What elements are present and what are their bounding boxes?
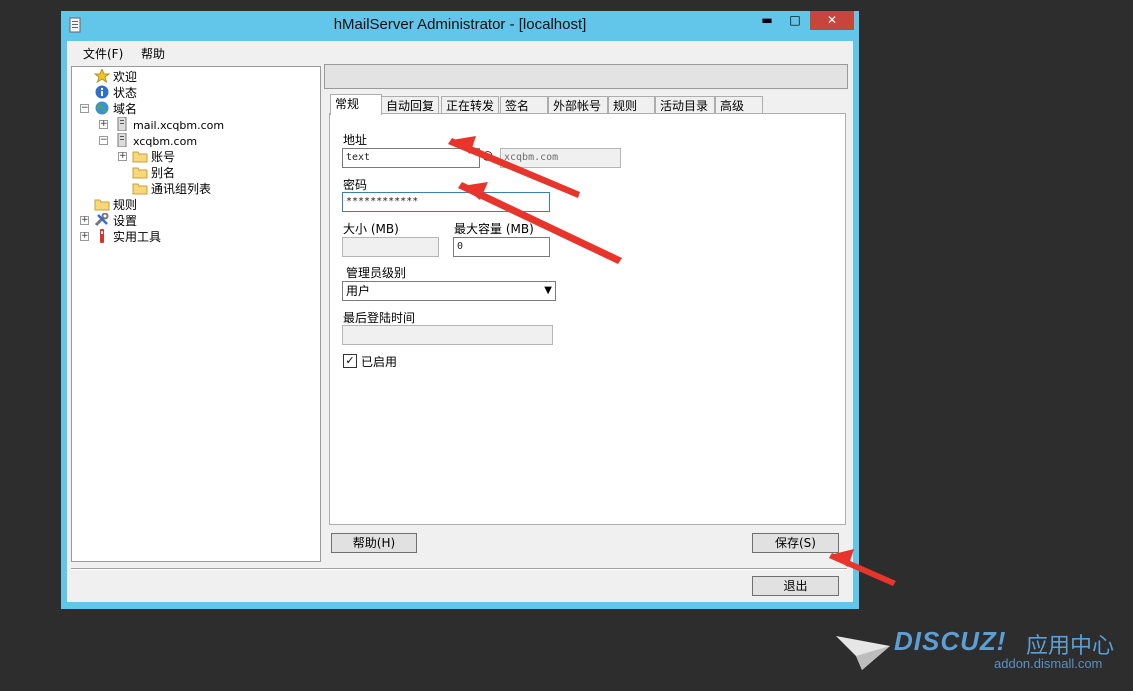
brand-url: addon.dismall.com xyxy=(994,656,1103,671)
main-window: hMailServer Administrator - [localhost] … xyxy=(61,11,859,609)
size-field xyxy=(342,237,439,257)
title-bar[interactable]: hMailServer Administrator - [localhost] … xyxy=(61,11,859,41)
tab-signature[interactable]: 签名 xyxy=(500,96,548,114)
folder-icon xyxy=(132,167,148,179)
enabled-checkbox[interactable]: ✓ xyxy=(343,354,357,368)
tab-general[interactable]: 常规 xyxy=(330,94,382,115)
admin-level-select[interactable]: 用户 ▼ xyxy=(342,281,556,301)
minimize-button[interactable]: ▬ xyxy=(754,11,780,30)
expand-toggle[interactable]: + xyxy=(118,152,127,161)
tree-item-welcome[interactable]: 欢迎 xyxy=(94,69,137,85)
tree-item-status[interactable]: 状态 xyxy=(94,85,137,101)
expand-toggle[interactable]: + xyxy=(99,120,108,129)
close-button[interactable]: ✕ xyxy=(810,11,854,30)
tab-forwarding[interactable]: 正在转发 xyxy=(441,96,499,114)
tab-active-directory[interactable]: 活动目录 xyxy=(655,96,715,114)
size-label: 大小 (MB) xyxy=(343,222,399,236)
tree-item-settings[interactable]: 设置 xyxy=(94,213,137,229)
tree-item-domain-mail[interactable]: mail.xcqbm.com xyxy=(114,117,224,133)
tree-item-domains[interactable]: 域名 xyxy=(94,101,137,117)
tools-icon xyxy=(94,213,109,227)
tab-rules[interactable]: 规则 xyxy=(608,96,655,114)
tab-external-accounts[interactable]: 外部帐号 xyxy=(548,96,608,114)
paper-plane-icon xyxy=(836,636,890,670)
password-label: 密码 xyxy=(343,178,368,192)
tree-item-domain-xcqbm[interactable]: xcqbm.com xyxy=(114,133,197,149)
brand-name: DISCUZ! xyxy=(894,626,1007,656)
tree-label: mail.xcqbm.com xyxy=(133,119,225,132)
last-login-label: 最后登陆时间 xyxy=(343,311,416,325)
tree-item-rules[interactable]: 规则 xyxy=(94,197,137,213)
info-icon xyxy=(95,85,109,99)
tab-advanced[interactable]: 高级 xyxy=(715,96,763,114)
panel-header xyxy=(324,64,848,89)
tree-item-accounts[interactable]: 账号 xyxy=(132,149,175,165)
enabled-label: 已启用 xyxy=(361,355,398,369)
annotation-arrow-icon xyxy=(448,136,622,264)
help-button[interactable]: 帮助(H) xyxy=(331,533,417,553)
chevron-down-icon: ▼ xyxy=(544,285,552,296)
tree-label: 账号 xyxy=(151,150,176,164)
expand-toggle[interactable]: + xyxy=(80,232,89,241)
tree-label: 设置 xyxy=(113,214,138,228)
address-label: 地址 xyxy=(343,133,368,147)
annotation-arrow-icon xyxy=(829,549,896,586)
client-area: 文件(F) 帮助 欢迎 状态 − 域名 + mail.xcqbm.com − x… xyxy=(67,41,853,602)
footer-divider xyxy=(71,568,847,570)
menu-file[interactable]: 文件(F) xyxy=(83,45,123,62)
collapse-toggle[interactable]: − xyxy=(99,136,108,145)
navigation-tree: 欢迎 状态 − 域名 + mail.xcqbm.com − xcqbm.com … xyxy=(71,66,321,562)
admin-level-label: 管理员级别 xyxy=(346,266,407,280)
utility-icon xyxy=(100,229,104,243)
tree-label: 域名 xyxy=(113,102,138,116)
folder-icon xyxy=(132,151,148,163)
tree-label: 通讯组列表 xyxy=(151,182,212,196)
collapse-toggle[interactable]: − xyxy=(80,104,89,113)
window-title: hMailServer Administrator - [localhost] xyxy=(333,16,587,33)
tree-label: 实用工具 xyxy=(113,230,162,244)
expand-toggle[interactable]: + xyxy=(80,216,89,225)
tab-autoreply[interactable]: 自动回复 xyxy=(381,96,439,114)
tree-label: 规则 xyxy=(113,198,138,212)
tree-label: xcqbm.com xyxy=(133,135,198,148)
tree-label: 别名 xyxy=(151,166,176,180)
tree-item-utilities[interactable]: 实用工具 xyxy=(94,229,161,245)
server-icon xyxy=(117,117,127,131)
tree-label: 欢迎 xyxy=(113,70,138,84)
admin-level-value: 用户 xyxy=(346,284,371,298)
folder-icon xyxy=(94,199,110,211)
menu-bar: 文件(F) 帮助 xyxy=(67,41,853,63)
folder-icon xyxy=(132,183,148,195)
discuz-watermark: DISCUZ! 应用中心 addon.dismall.com xyxy=(836,626,1126,676)
tree-item-distribution-lists[interactable]: 通讯组列表 xyxy=(132,181,211,197)
tree-item-aliases[interactable]: 别名 xyxy=(132,165,175,181)
menu-help[interactable]: 帮助 xyxy=(141,45,165,62)
last-login-field xyxy=(342,325,553,345)
maximize-button[interactable]: □ xyxy=(782,11,808,30)
tree-label: 状态 xyxy=(113,86,138,100)
globe-icon xyxy=(95,101,109,115)
server-icon xyxy=(117,133,127,147)
star-icon xyxy=(94,69,110,83)
